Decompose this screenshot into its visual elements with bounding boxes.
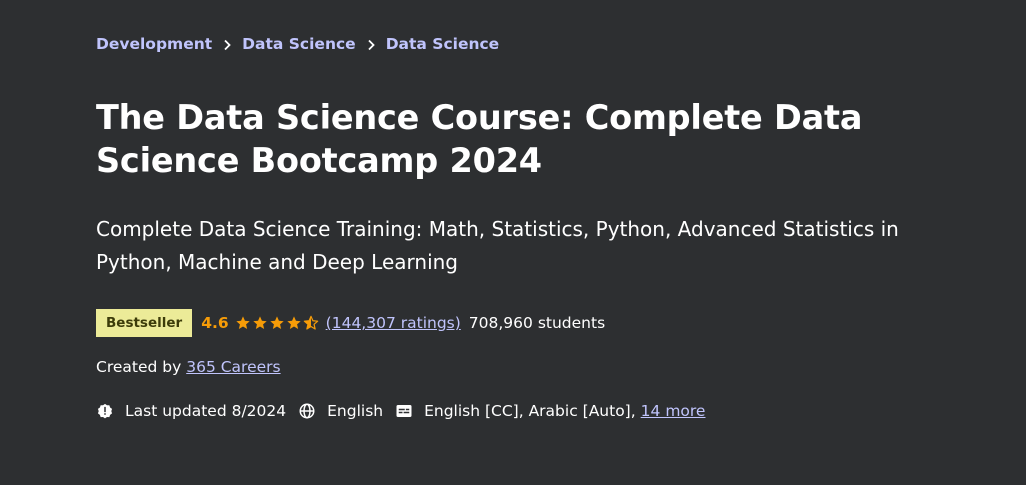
- rating-value: 4.6: [201, 314, 229, 332]
- breadcrumb-item-data-science[interactable]: Data Science: [242, 35, 356, 53]
- course-subtitle: Complete Data Science Training: Math, St…: [96, 217, 899, 274]
- chevron-right-icon: [212, 35, 242, 53]
- alert-badge-icon: [96, 402, 114, 420]
- captions: English [CC], Arabic [Auto], 14 more: [395, 402, 705, 420]
- bestseller-badge: Bestseller: [96, 309, 193, 337]
- star-icon: [286, 315, 302, 331]
- course-title: The Data Science Course: Complete Data S…: [96, 98, 863, 180]
- created-by: Created by 365 Careers: [96, 358, 281, 376]
- last-updated-text: Last updated 8/2024: [125, 402, 287, 420]
- language-text: English: [327, 402, 384, 420]
- globe-icon: [298, 402, 316, 420]
- created-by-label: Created by: [96, 358, 182, 376]
- rating-row: Bestseller 4.6 (144,307 ratings) 708,960…: [96, 309, 605, 337]
- last-updated: Last updated 8/2024: [96, 402, 286, 420]
- course-meta: Last updated 8/2024 English English [CC]…: [96, 402, 717, 420]
- students-count: 708,960 students: [468, 314, 606, 332]
- star-rating: [235, 315, 320, 331]
- star-icon: [235, 315, 251, 331]
- chevron-right-icon: [356, 35, 386, 53]
- ratings-count-link[interactable]: (144,307 ratings): [326, 314, 461, 332]
- captions-text: English [CC], Arabic [Auto],: [424, 402, 636, 420]
- half-star-icon: [303, 315, 319, 331]
- breadcrumb-item-data-science-topic[interactable]: Data Science: [386, 35, 500, 53]
- more-captions-link[interactable]: 14 more: [641, 402, 706, 420]
- star-icon: [269, 315, 285, 331]
- star-icon: [252, 315, 268, 331]
- language: English: [298, 402, 383, 420]
- closed-captions-icon: [395, 402, 413, 420]
- instructor-link[interactable]: 365 Careers: [186, 358, 280, 376]
- breadcrumb: Development Data Science Data Science: [96, 35, 499, 53]
- breadcrumb-item-development[interactable]: Development: [96, 35, 212, 53]
